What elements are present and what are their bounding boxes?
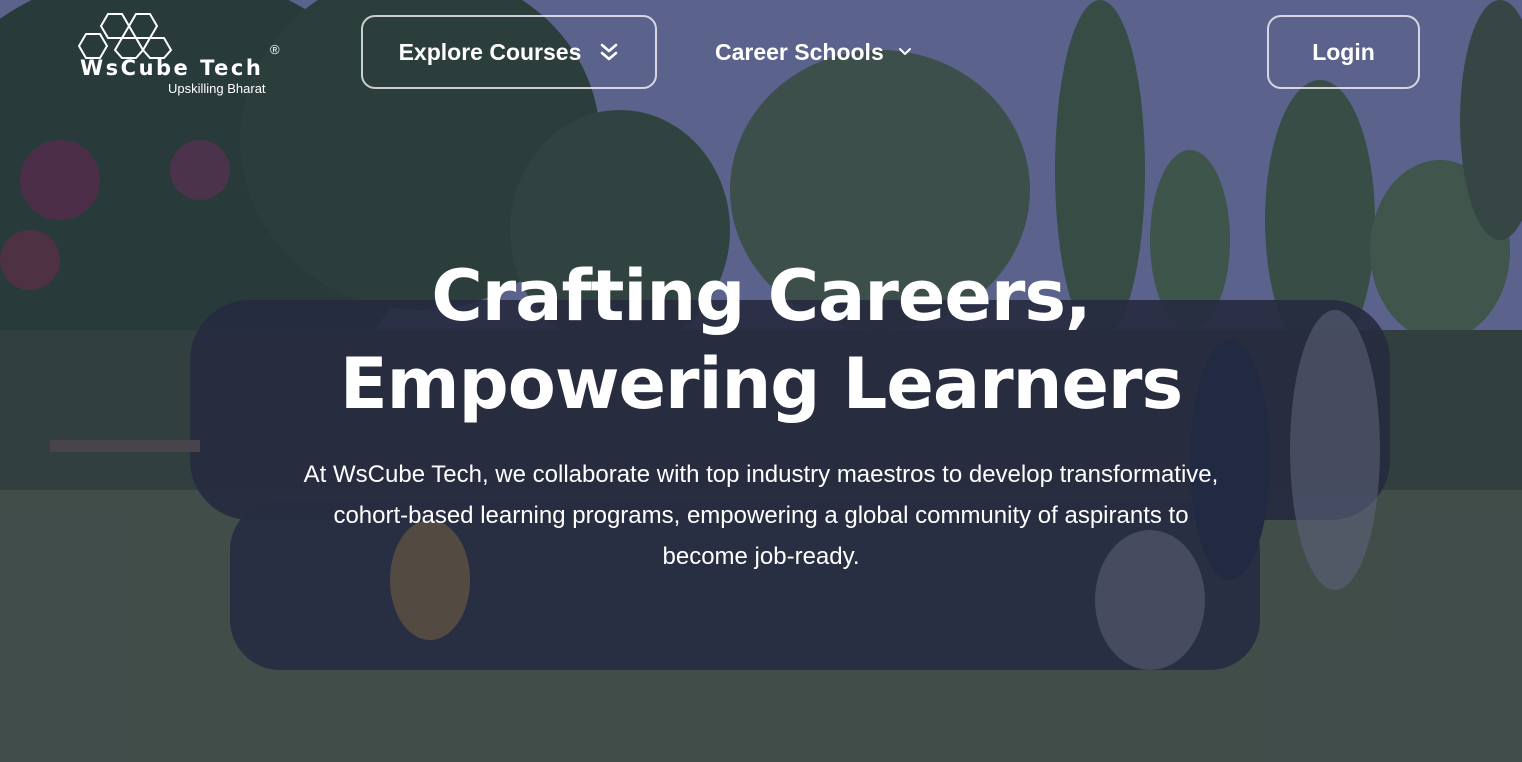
brand-name: WsCube Tech [80, 56, 264, 80]
headline-line-1: Crafting Careers, [431, 255, 1091, 337]
hero-description: At WsCube Tech, we collaborate with top … [303, 461, 1219, 570]
explore-courses-label: Explore Courses [398, 38, 582, 65]
brand-logo[interactable]: WsCube Tech ® Upskilling Bharat [78, 12, 288, 102]
login-label: Login [1312, 38, 1375, 65]
chevron-down-icon [898, 48, 911, 55]
explore-courses-button[interactable]: Explore Courses [361, 15, 657, 89]
headline-line-2: Empowering Learners [339, 343, 1183, 425]
top-navigation: WsCube Tech ® Upskilling Bharat Explore … [0, 0, 1522, 110]
career-schools-menu[interactable]: Career Schools [715, 15, 912, 89]
login-button[interactable]: Login [1267, 15, 1420, 89]
registered-mark: ® [270, 42, 280, 57]
brand-tagline: Upskilling Bharat [168, 81, 266, 96]
career-schools-label: Career Schools [715, 38, 884, 65]
hexagon-logo-icon [78, 13, 173, 59]
double-chevron-down-icon [601, 43, 618, 61]
hero-headline: Crafting Careers, Empowering Learners [0, 252, 1522, 428]
